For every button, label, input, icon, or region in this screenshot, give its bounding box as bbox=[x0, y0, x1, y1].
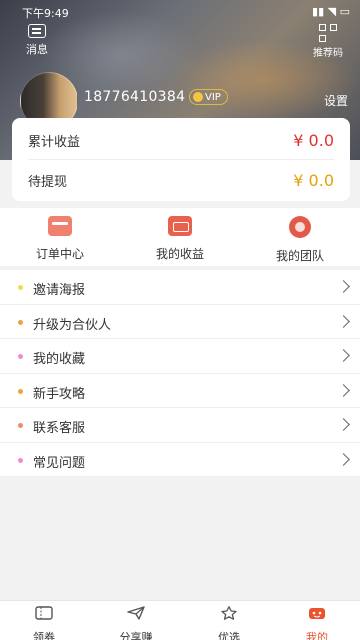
recommend-code-label: 推荐码 bbox=[313, 48, 343, 59]
menu-item-label: 新手攻略 bbox=[33, 386, 86, 402]
chevron-right-icon bbox=[337, 280, 350, 293]
profile-icon bbox=[309, 608, 325, 619]
settings-button[interactable]: 设置 bbox=[324, 92, 348, 109]
vip-coin-icon bbox=[193, 92, 203, 102]
order-card-icon bbox=[48, 216, 72, 236]
messages-label: 消息 bbox=[26, 43, 48, 56]
bullet-dot bbox=[18, 354, 23, 359]
recommend-code-button[interactable]: 推荐码 bbox=[308, 24, 348, 59]
messages-button[interactable]: 消息 bbox=[22, 24, 52, 57]
chevron-right-icon bbox=[337, 383, 350, 397]
tab-featured[interactable]: 优选 bbox=[199, 605, 259, 640]
total-earnings-row[interactable]: 累计收益 ¥ 0.0 bbox=[28, 120, 334, 160]
wallet-icon bbox=[168, 216, 192, 236]
bullet-dot bbox=[18, 319, 23, 325]
menu-list: 邀请海报 升级为合伙人 我的收藏 新手攻略 联系客服 常见问题 bbox=[0, 270, 360, 477]
quick-actions: 订单中心 我的收益 我的团队 bbox=[0, 208, 360, 266]
tab-share-earn[interactable]: 分享赚 bbox=[106, 605, 166, 640]
bullet-dot bbox=[18, 285, 23, 290]
my-earnings-label: 我的收益 bbox=[155, 247, 204, 261]
menu-item-label: 联系客服 bbox=[33, 421, 86, 436]
coupon-icon bbox=[35, 606, 53, 620]
team-icon bbox=[289, 216, 311, 238]
bottom-tab-bar: 领券 分享赚 优选 我的 bbox=[0, 600, 360, 640]
menu-item-contact-support[interactable]: 联系客服 bbox=[0, 408, 360, 443]
menu-item-label: 我的收藏 bbox=[33, 352, 86, 367]
pending-withdraw-value: ¥ 0.0 bbox=[293, 170, 334, 190]
tab-label: 优选 bbox=[218, 631, 240, 640]
qr-code-icon bbox=[319, 24, 337, 42]
bullet-dot bbox=[18, 423, 23, 428]
tab-mine[interactable]: 我的 bbox=[287, 605, 347, 640]
bullet-dot bbox=[18, 388, 23, 394]
pending-withdraw-label: 待提现 bbox=[28, 174, 68, 190]
star-icon bbox=[221, 606, 237, 620]
earnings-card: 累计收益 ¥ 0.0 待提现 ¥ 0.0 bbox=[12, 118, 350, 201]
vip-label: VIP bbox=[205, 91, 221, 103]
my-team-button[interactable]: 我的团队 bbox=[260, 216, 340, 264]
menu-item-label: 常见问题 bbox=[33, 455, 86, 471]
tab-label: 分享赚 bbox=[119, 631, 153, 640]
user-phone: 18776410384 bbox=[84, 89, 186, 105]
order-center-label: 订单中心 bbox=[35, 247, 84, 261]
order-center-button[interactable]: 订单中心 bbox=[20, 216, 100, 262]
vip-badge: VIP bbox=[189, 89, 228, 105]
chevron-right-icon bbox=[337, 418, 350, 431]
tab-coupons[interactable]: 领券 bbox=[14, 605, 74, 640]
tab-label: 领券 bbox=[33, 631, 55, 640]
message-icon bbox=[28, 24, 46, 38]
chevron-right-icon bbox=[337, 349, 350, 362]
status-time: 下午9:49 bbox=[22, 7, 69, 20]
bullet-dot bbox=[18, 457, 23, 463]
status-icons: ▮▮ ◥ ▭ bbox=[312, 5, 350, 18]
menu-item-label: 升级为合伙人 bbox=[33, 317, 112, 333]
menu-item-upgrade-partner[interactable]: 升级为合伙人 bbox=[0, 305, 360, 339]
menu-item-invite-poster[interactable]: 邀请海报 bbox=[0, 270, 360, 305]
menu-item-beginner-guide[interactable]: 新手攻略 bbox=[0, 374, 360, 408]
menu-item-label: 邀请海报 bbox=[33, 283, 86, 298]
my-earnings-button[interactable]: 我的收益 bbox=[140, 216, 220, 262]
tab-label: 我的 bbox=[306, 631, 328, 640]
menu-item-faq[interactable]: 常见问题 bbox=[0, 443, 360, 477]
share-plane-icon bbox=[127, 606, 145, 620]
my-team-label: 我的团队 bbox=[275, 249, 324, 263]
status-bar: 下午9:49 ▮▮ ◥ ▭ bbox=[0, 0, 360, 22]
total-earnings-label: 累计收益 bbox=[28, 134, 81, 150]
total-earnings-value: ¥ 0.0 bbox=[293, 130, 334, 150]
chevron-right-icon bbox=[337, 314, 350, 328]
menu-item-favorites[interactable]: 我的收藏 bbox=[0, 339, 360, 374]
chevron-right-icon bbox=[337, 452, 350, 466]
pending-withdraw-row[interactable]: 待提现 ¥ 0.0 bbox=[28, 160, 334, 200]
